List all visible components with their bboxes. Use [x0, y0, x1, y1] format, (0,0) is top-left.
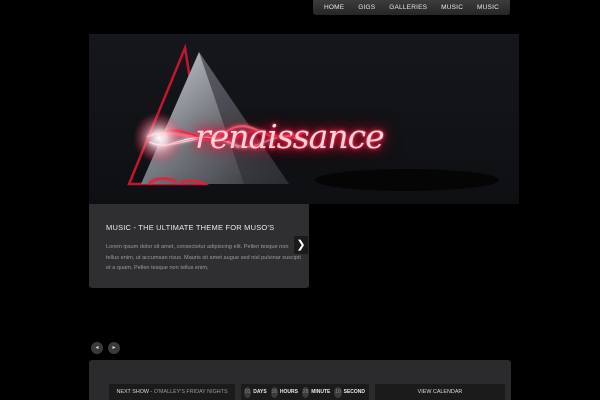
view-calendar-button[interactable]: VIEW CALENDAR [375, 384, 505, 400]
hours-value: 16 [270, 386, 278, 398]
prev-slide-dot[interactable]: ◂ [91, 342, 103, 354]
next-show-venue: O'MALLEY'S FRIDAY NIGHTS [153, 389, 228, 395]
second-value: 10 [334, 386, 342, 398]
hours-label: HOURS [279, 389, 298, 395]
nav-galleries[interactable]: GALLERIES [389, 4, 427, 11]
days-label: DAYS [253, 389, 267, 395]
next-slide-button[interactable]: ❯ [294, 236, 308, 254]
brand-wordmark: renaissance [195, 117, 385, 156]
countdown-timer: 01 DAYS 16 HOURS 28 MINUTE 10 SECOND [241, 384, 369, 400]
nav-home[interactable]: HOME [324, 4, 344, 11]
nav-music-2[interactable]: MUSIC [477, 4, 499, 11]
blurred-tagline [315, 169, 499, 191]
slide-caption: MUSIC - THE ULTIMATE THEME FOR MUSO'S Lo… [89, 204, 309, 288]
nav-gigs[interactable]: GIGS [358, 4, 375, 11]
caption-body: Lorem ipsum dolor sit amet, consectetur … [106, 244, 301, 271]
minute-value: 28 [301, 386, 310, 398]
next-slide-dot[interactable]: ▸ [108, 342, 120, 354]
caption-title: MUSIC - THE ULTIMATE THEME FOR MUSO'S [106, 223, 275, 232]
lens-flare [133, 112, 185, 164]
days-value: 01 [244, 386, 252, 398]
top-nav: HOME GIGS GALLERIES MUSIC MUSIC [313, 0, 510, 15]
nav-music[interactable]: MUSIC [441, 4, 463, 11]
minute-label: MINUTE [311, 389, 331, 395]
next-show-label: NEXT SHOW - [116, 389, 153, 395]
hero-banner: renaissance [89, 34, 519, 204]
second-label: SECOND [343, 389, 366, 395]
next-show-bar: NEXT SHOW - O'MALLEY'S FRIDAY NIGHTS [109, 384, 235, 400]
